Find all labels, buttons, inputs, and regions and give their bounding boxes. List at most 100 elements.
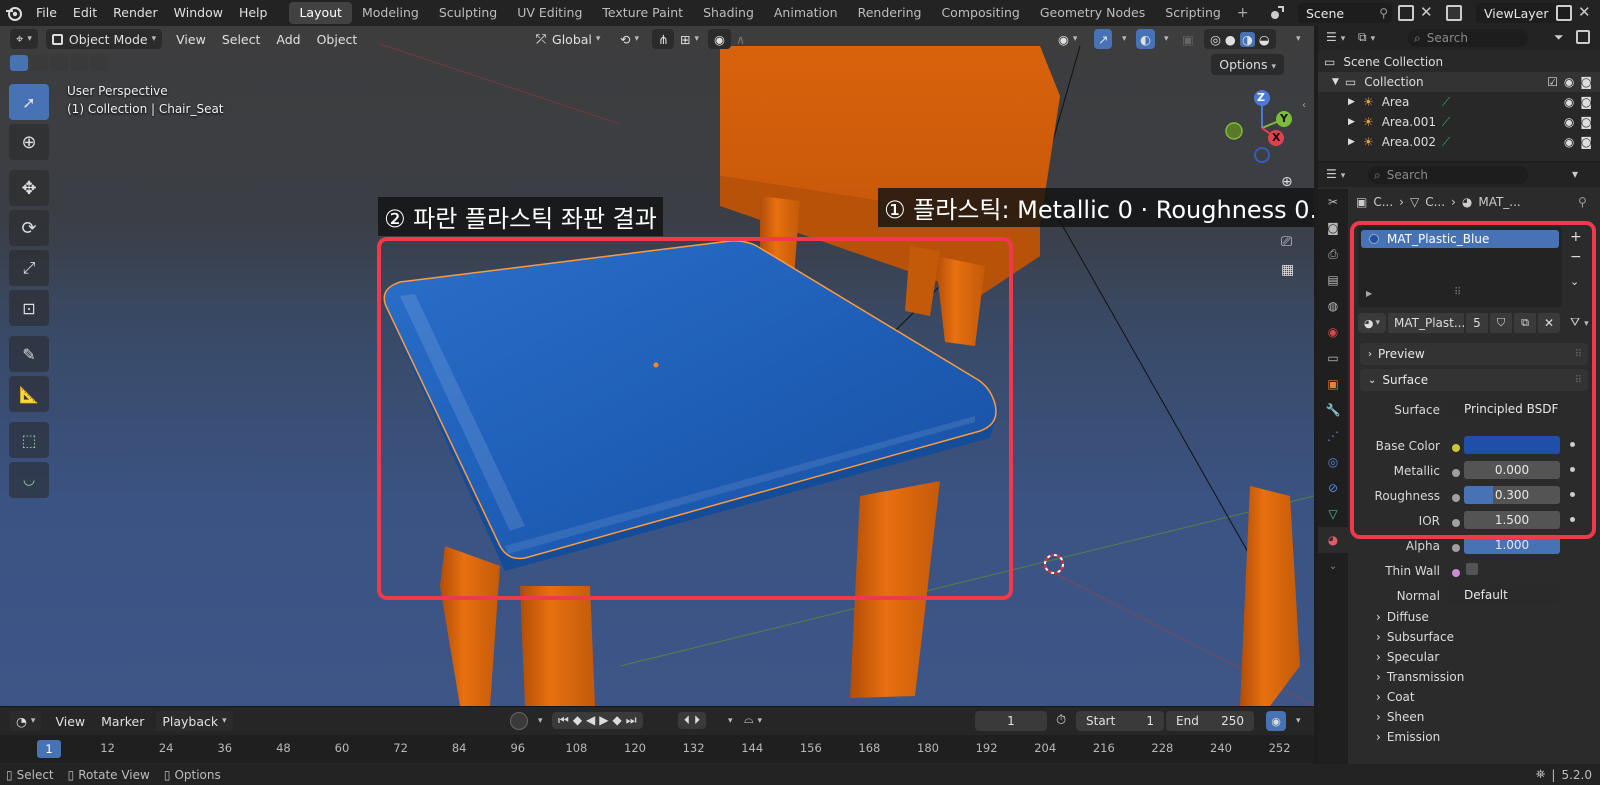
eye-icon[interactable]: ◉ bbox=[1564, 115, 1574, 129]
timer-icon[interactable]: ⏱ bbox=[1056, 713, 1066, 728]
tab-world[interactable]: ◉ bbox=[1318, 319, 1348, 345]
tab-object[interactable]: ▣ bbox=[1318, 371, 1348, 397]
view-layer-icon[interactable] bbox=[1446, 5, 1462, 21]
prev-frame-icon[interactable]: ⏴ bbox=[684, 713, 690, 728]
scene-timeline-icon[interactable]: ◉ bbox=[1266, 711, 1286, 731]
scene-name-field[interactable]: Scene ⚲ bbox=[1298, 3, 1392, 23]
properties-search-field[interactable]: ⌕ Search bbox=[1368, 166, 1528, 184]
eye-icon[interactable]: ◉ bbox=[1564, 95, 1574, 109]
tab-modifiers[interactable]: 🔧 bbox=[1318, 397, 1348, 423]
tab-constraints[interactable]: ⊘ bbox=[1318, 475, 1348, 501]
pivot-point-dropdown[interactable]: ⟲ ▾ bbox=[620, 29, 639, 49]
jump-start-icon[interactable]: ⏮ bbox=[558, 713, 569, 728]
move-tool[interactable]: ✥ bbox=[9, 170, 49, 206]
display-mode-button[interactable]: ⧉ ▾ bbox=[1358, 30, 1375, 45]
auto-keying-icon[interactable]: ⌓ ▾ bbox=[744, 712, 762, 727]
playback-dropdown[interactable]: Playback ▾ bbox=[156, 711, 233, 731]
tab-data[interactable]: ▽ bbox=[1318, 501, 1348, 527]
outliner-search-field[interactable]: ⌕ Search bbox=[1408, 29, 1528, 47]
tab-collection[interactable]: ▭ bbox=[1318, 345, 1348, 371]
timeline-menu-view[interactable]: View bbox=[47, 714, 93, 729]
subpanel-transmission[interactable]: › Transmission bbox=[1376, 670, 1464, 684]
editor-type-button[interactable]: ⌖ ▾ bbox=[10, 29, 38, 49]
menu-select[interactable]: Select bbox=[214, 32, 269, 47]
new-scene-icon[interactable] bbox=[1398, 5, 1414, 21]
timeline-ruler[interactable]: 1 12 24 36 48 60 72 84 96 108 120 132 144 156 168 180 19… bbox=[0, 735, 1314, 763]
cursor-tool[interactable]: ⊕ bbox=[9, 124, 49, 160]
tab-output[interactable]: ⎙ bbox=[1318, 241, 1348, 267]
camera-icon[interactable]: ◙ bbox=[1580, 135, 1592, 149]
rendered-shading-icon[interactable]: ◒ bbox=[1259, 32, 1270, 47]
tab-more[interactable]: ⌄ bbox=[1318, 553, 1348, 579]
subpanel-coat[interactable]: › Coat bbox=[1376, 690, 1415, 704]
tab-rendering[interactable]: Rendering bbox=[848, 2, 932, 24]
subpanel-subsurface[interactable]: › Subsurface bbox=[1376, 630, 1454, 644]
pin-icon[interactable]: ⚲ bbox=[1379, 6, 1388, 20]
outliner-item-area[interactable]: ▶ ☀ Area ⟋ ◉ ◙ bbox=[1318, 92, 1600, 112]
keying-dropdown-icon[interactable]: ▾ bbox=[538, 716, 543, 726]
material-shading-icon[interactable]: ◑ bbox=[1239, 31, 1255, 47]
select-invert-icon[interactable] bbox=[70, 55, 88, 71]
menu-render[interactable]: Render bbox=[105, 0, 166, 26]
delete-view-layer-icon[interactable]: ✕ bbox=[1578, 3, 1591, 21]
gizmo-dropdown-icon[interactable]: ▾ bbox=[1122, 34, 1127, 44]
visibility-dropdown[interactable]: ◉ ▾ bbox=[1058, 29, 1077, 49]
outliner-editor-type-button[interactable]: ☰ ▾ bbox=[1326, 30, 1345, 44]
tab-modeling[interactable]: Modeling bbox=[352, 2, 429, 24]
select-extend-icon[interactable] bbox=[30, 55, 48, 71]
frame-step-dropdown-icon[interactable]: ▾ bbox=[728, 716, 733, 726]
tab-tool[interactable]: ✂ bbox=[1318, 189, 1348, 215]
subpanel-emission[interactable]: › Emission bbox=[1376, 730, 1440, 744]
delete-scene-icon[interactable]: ✕ bbox=[1420, 3, 1433, 21]
timeline-options-dropdown-icon[interactable]: ▾ bbox=[1296, 716, 1301, 726]
menu-add[interactable]: Add bbox=[268, 32, 308, 47]
prev-keyframe-icon[interactable]: ◆ bbox=[573, 713, 582, 728]
tab-scripting[interactable]: Scripting bbox=[1155, 2, 1231, 24]
expand-arrow-icon[interactable]: ▶ bbox=[1348, 117, 1355, 127]
tab-texture-paint[interactable]: Texture Paint bbox=[592, 2, 693, 24]
outliner-item-area-001[interactable]: ▶ ☀ Area.001 ⟋ ◉ ◙ bbox=[1318, 112, 1600, 132]
menu-file[interactable]: File bbox=[28, 0, 65, 26]
menu-view[interactable]: View bbox=[168, 32, 214, 47]
checkbox-icon[interactable]: ☑ bbox=[1547, 75, 1558, 89]
3d-viewport[interactable]: ⌖ ▾ Object Mode ▾ View Select Add Object ⤱… bbox=[0, 26, 1314, 706]
camera-icon[interactable]: ◙ bbox=[1580, 95, 1592, 109]
tab-render[interactable]: ◙ bbox=[1318, 215, 1348, 241]
curve-tool[interactable]: ◡ bbox=[9, 462, 49, 498]
outliner-item-area-002[interactable]: ▶ ☀ Area.002 ⟋ ◉ ◙ bbox=[1318, 132, 1600, 152]
object-mode-dropdown[interactable]: Object Mode ▾ bbox=[45, 29, 163, 49]
expand-arrow-icon[interactable]: ▶ bbox=[1348, 137, 1355, 147]
tab-material[interactable]: ◕ bbox=[1318, 527, 1348, 553]
navigation-gizmo[interactable]: Z Y X bbox=[1222, 88, 1302, 168]
timeline-menu-marker[interactable]: Marker bbox=[93, 714, 152, 729]
tab-compositing[interactable]: Compositing bbox=[931, 2, 1029, 24]
end-frame-field[interactable]: End 250 bbox=[1166, 711, 1254, 731]
blender-logo-icon[interactable] bbox=[0, 0, 28, 26]
timeline-editor-type-button[interactable]: ◔ ▾ bbox=[10, 711, 42, 731]
start-frame-field[interactable]: Start 1 bbox=[1076, 711, 1164, 731]
gizmo-toggle[interactable]: ↗ bbox=[1094, 29, 1113, 49]
tab-particles[interactable]: ⋰ bbox=[1318, 423, 1348, 449]
thin-wall-checkbox[interactable] bbox=[1466, 563, 1478, 575]
eye-icon[interactable]: ◉ bbox=[1564, 75, 1574, 89]
camera-icon[interactable]: ◙ bbox=[1580, 115, 1592, 129]
menu-object[interactable]: Object bbox=[309, 32, 366, 47]
subpanel-diffuse[interactable]: › Diffuse bbox=[1376, 610, 1429, 624]
filter-icon[interactable]: ⏷ bbox=[1554, 30, 1564, 45]
shading-dropdown-icon[interactable]: ▾ bbox=[1296, 34, 1301, 44]
expand-arrow-icon[interactable]: ▶ bbox=[1348, 97, 1355, 107]
select-box-tool[interactable]: ➚ bbox=[9, 84, 49, 120]
scene-selector[interactable] bbox=[1268, 4, 1286, 22]
solid-shading-icon[interactable]: ● bbox=[1225, 32, 1236, 47]
next-keyframe-icon[interactable]: ◆ bbox=[613, 713, 622, 728]
outliner-scene-collection[interactable]: ▭ Scene Collection bbox=[1318, 52, 1600, 72]
rotate-tool[interactable]: ⟳ bbox=[9, 210, 49, 246]
current-frame-field[interactable]: 1 bbox=[975, 711, 1047, 731]
tab-layout[interactable]: Layout bbox=[289, 2, 352, 24]
camera-icon[interactable]: ◙ bbox=[1580, 75, 1592, 89]
eye-icon[interactable]: ◉ bbox=[1564, 135, 1574, 149]
transform-tool[interactable]: ⊡ bbox=[9, 290, 49, 326]
snap-toggle[interactable]: ⋔ bbox=[652, 29, 675, 49]
expand-arrow-icon[interactable]: ▼ bbox=[1332, 77, 1339, 87]
menu-edit[interactable]: Edit bbox=[65, 0, 105, 26]
